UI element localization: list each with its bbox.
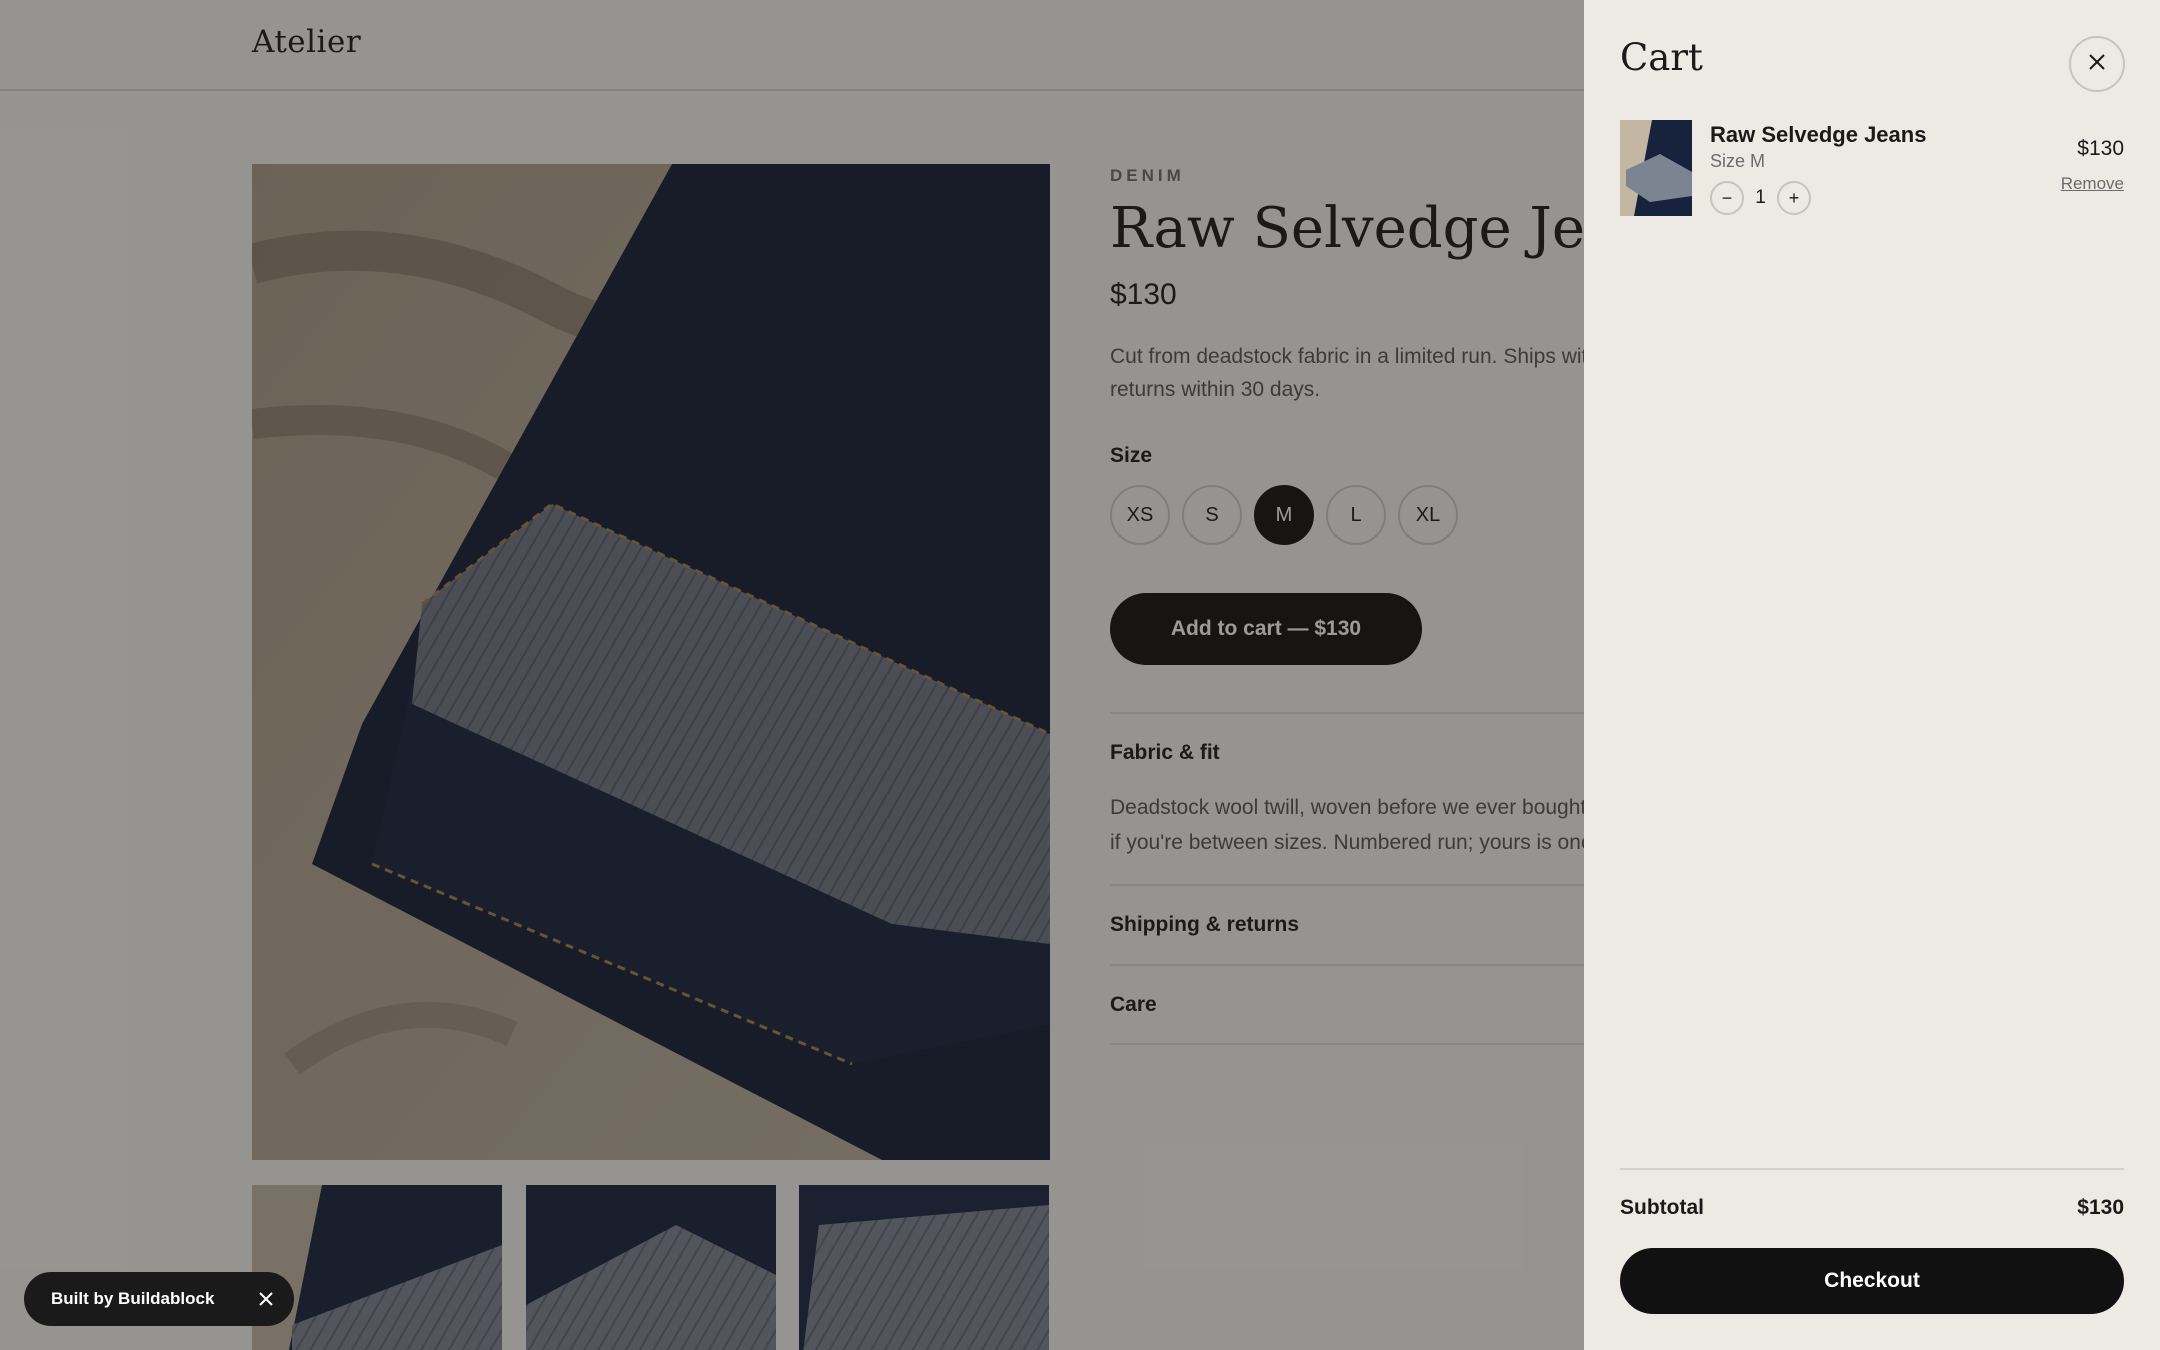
quantity-value: 1 [1755, 187, 1766, 208]
checkout-button[interactable]: Checkout [1620, 1248, 2124, 1314]
quantity-stepper: − 1 + [1710, 181, 1811, 215]
cart-item-price: $130 [2077, 137, 2124, 160]
cart-drawer: Cart Raw Selvedge Jeans Size M − 1 + $13… [1584, 0, 2160, 1350]
increment-button[interactable]: + [1777, 181, 1811, 215]
cart-item-name: Raw Selvedge Jeans [1710, 122, 1927, 147]
cart-item-variant: Size M [1710, 151, 1766, 171]
close-cart-button[interactable] [2069, 36, 2125, 92]
remove-item-link[interactable]: Remove [2061, 174, 2124, 194]
close-icon [2088, 53, 2106, 76]
subtotal-value: $130 [2077, 1196, 2124, 1219]
cart-item-thumbnail [1620, 120, 1692, 216]
divider [1620, 1168, 2124, 1170]
subtotal-label: Subtotal [1620, 1196, 1704, 1219]
badge-label: Built by Buildablock [51, 1289, 215, 1308]
overlay-backdrop[interactable] [0, 0, 1584, 1350]
cart-title: Cart [1620, 36, 1703, 79]
close-icon[interactable] [256, 1289, 276, 1309]
built-by-badge[interactable]: Built by Buildablock [24, 1272, 294, 1326]
decrement-button[interactable]: − [1710, 181, 1744, 215]
